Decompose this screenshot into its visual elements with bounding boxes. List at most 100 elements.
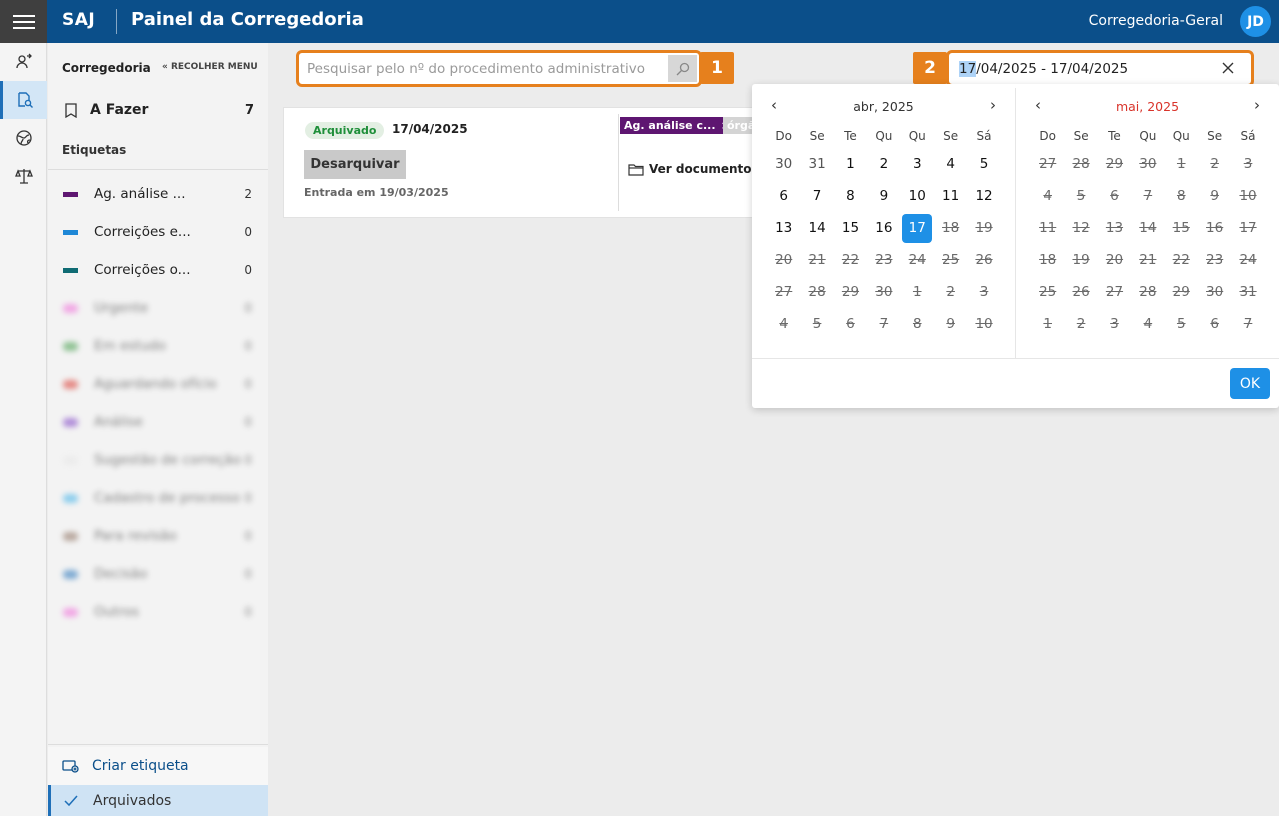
calendar-day: 25 bbox=[934, 244, 967, 276]
sidebar-tag-item[interactable]: Decisão 0 bbox=[48, 555, 268, 593]
calendar-day: 2 bbox=[1064, 308, 1097, 340]
hamburger-menu-icon[interactable] bbox=[0, 0, 47, 43]
calendar-day: 2 bbox=[934, 276, 967, 308]
tag-name: Para revisão bbox=[94, 528, 177, 544]
sidebar-tag-item[interactable]: Sugestão de correção 0 bbox=[48, 441, 268, 479]
calendar-day[interactable]: 9 bbox=[867, 180, 900, 212]
calendar-day[interactable]: 30 bbox=[767, 148, 800, 180]
date-range-field[interactable]: 17/04/2025 - 17/04/2025 bbox=[946, 50, 1254, 87]
create-tag-button[interactable]: Criar etiqueta bbox=[48, 747, 268, 785]
tag-color-swatch bbox=[63, 191, 78, 197]
next-month-icon[interactable]: › bbox=[983, 95, 1003, 115]
sidebar-tag-item[interactable]: Ag. análise ... 2 bbox=[48, 175, 268, 213]
calendar-day-number: 26 bbox=[1072, 284, 1090, 300]
tag-chip[interactable]: Ag. análise c...× bbox=[620, 117, 734, 134]
sidebar-tag-item[interactable]: Para revisão 0 bbox=[48, 517, 268, 555]
calendar-day: 5 bbox=[800, 308, 833, 340]
rail-user-switch[interactable] bbox=[0, 43, 47, 81]
tag-name: Aguardando ofício bbox=[94, 376, 217, 392]
search-button[interactable] bbox=[668, 55, 697, 82]
calendar-day[interactable]: 11 bbox=[934, 180, 967, 212]
calendar-day: 23 bbox=[867, 244, 900, 276]
calendar-day[interactable]: 31 bbox=[800, 148, 833, 180]
calendar-day-number: 23 bbox=[875, 252, 893, 268]
calendar-day[interactable]: 4 bbox=[934, 148, 967, 180]
calendar-day-number: 9 bbox=[946, 316, 955, 332]
sidebar-tag-item[interactable]: Cadastro de processo 0 bbox=[48, 479, 268, 517]
calendar-day: 17 bbox=[1231, 212, 1264, 244]
sidebar-tag-item[interactable]: Correições o... 0 bbox=[48, 251, 268, 289]
next-month-icon[interactable]: › bbox=[1247, 95, 1267, 115]
sidebar-tag-item[interactable]: Urgente 0 bbox=[48, 289, 268, 327]
unarchive-button[interactable]: Desarquivar bbox=[304, 150, 406, 179]
calendar-day[interactable]: 12 bbox=[967, 180, 1000, 212]
weekday-label: Se bbox=[1207, 129, 1223, 143]
calendar-day-number: 1 bbox=[1176, 156, 1186, 172]
close-icon[interactable] bbox=[1219, 59, 1237, 77]
calendar-day[interactable]: 15 bbox=[834, 212, 867, 244]
calendar-month-title: abr, 2025 bbox=[853, 99, 914, 114]
procedure-card[interactable]: Arquivado 17/04/2025 Desarquivar Entrada… bbox=[283, 107, 763, 218]
brand-logo[interactable]: SAJ bbox=[62, 10, 95, 30]
sidebar-tag-item[interactable]: Em estudo 0 bbox=[48, 327, 268, 365]
calendar-day-number: 15 bbox=[1172, 220, 1190, 236]
sidebar-item-todo[interactable]: A Fazer 7 bbox=[48, 93, 268, 127]
calendar-day[interactable]: 14 bbox=[800, 212, 833, 244]
calendar-day[interactable]: 1 bbox=[834, 148, 867, 180]
calendar-day-number: 1 bbox=[846, 156, 855, 172]
weekday-label: Do bbox=[1039, 129, 1056, 143]
sidebar-tag-item[interactable]: Aguardando ofício 0 bbox=[48, 365, 268, 403]
calendar-day-number: 5 bbox=[812, 316, 822, 332]
calendar-day-number: 22 bbox=[841, 252, 860, 268]
calendar-day-number: 2 bbox=[1210, 156, 1219, 172]
weekday-label: Se bbox=[809, 129, 825, 143]
calendar-day[interactable]: 8 bbox=[834, 180, 867, 212]
sidebar-item-archived[interactable]: Arquivados bbox=[48, 785, 268, 816]
tag-count: 0 bbox=[244, 225, 252, 239]
avatar[interactable]: JD bbox=[1240, 6, 1271, 37]
rail-document-search[interactable] bbox=[0, 81, 47, 119]
rail-scales[interactable] bbox=[0, 157, 47, 195]
calendar-month-title: mai, 2025 bbox=[1115, 99, 1180, 114]
calendar-day: 27 bbox=[1031, 148, 1064, 180]
globe-icon bbox=[15, 130, 32, 146]
calendar-day-selected[interactable]: 17 bbox=[901, 212, 934, 244]
calendar-day-number: 4 bbox=[779, 316, 788, 332]
calendar-day-number: 5 bbox=[1076, 188, 1086, 204]
calendar-day-number: 28 bbox=[1139, 284, 1157, 300]
calendar-day[interactable]: 13 bbox=[767, 212, 800, 244]
collapse-menu-button[interactable]: « RECOLHER MENU bbox=[162, 62, 258, 72]
view-documents-link[interactable]: Ver documentos bbox=[628, 162, 759, 176]
calendar-day-number: 5 bbox=[979, 156, 989, 172]
calendar-day[interactable]: 3 bbox=[901, 148, 934, 180]
rail-globe[interactable] bbox=[0, 119, 47, 157]
calendar-day[interactable]: 6 bbox=[767, 180, 800, 212]
sidebar-tag-item[interactable]: Análise 0 bbox=[48, 403, 268, 441]
user-name[interactable]: Corregedoria-Geral bbox=[1089, 13, 1223, 29]
calendar-day-number: 14 bbox=[808, 220, 826, 236]
calendar-day-number: 23 bbox=[1206, 252, 1224, 268]
tag-color-swatch bbox=[63, 455, 78, 465]
sidebar-tag-item[interactable]: Correições e... 0 bbox=[48, 213, 268, 251]
calendar-day: 26 bbox=[967, 244, 1000, 276]
calendar-day: 19 bbox=[1064, 244, 1097, 276]
weekday-label: Sá bbox=[1240, 129, 1256, 143]
calendar-day-number: 1 bbox=[1043, 316, 1052, 332]
calendar-day-number: 19 bbox=[975, 220, 993, 236]
tag-count: 0 bbox=[244, 529, 252, 543]
calendar-day[interactable]: 10 bbox=[901, 180, 934, 212]
calendar-day[interactable]: 2 bbox=[867, 148, 900, 180]
calendar-day-number: 28 bbox=[808, 284, 826, 300]
ok-button[interactable]: OK bbox=[1230, 368, 1270, 399]
tag-name: Correições e... bbox=[94, 224, 191, 240]
weekday-label: Se bbox=[1073, 129, 1089, 143]
divider bbox=[752, 358, 1279, 359]
calendar-day[interactable]: 16 bbox=[867, 212, 900, 244]
calendar-day-number: 9 bbox=[1210, 188, 1219, 204]
calendar-day-number: 17 bbox=[902, 213, 933, 243]
sidebar-tag-item[interactable]: Outros 0 bbox=[48, 593, 268, 631]
search-input[interactable] bbox=[301, 55, 668, 82]
calendar-day[interactable]: 5 bbox=[967, 148, 1000, 180]
calendar-day[interactable]: 7 bbox=[800, 180, 833, 212]
calendar-day-number: 12 bbox=[975, 188, 993, 204]
